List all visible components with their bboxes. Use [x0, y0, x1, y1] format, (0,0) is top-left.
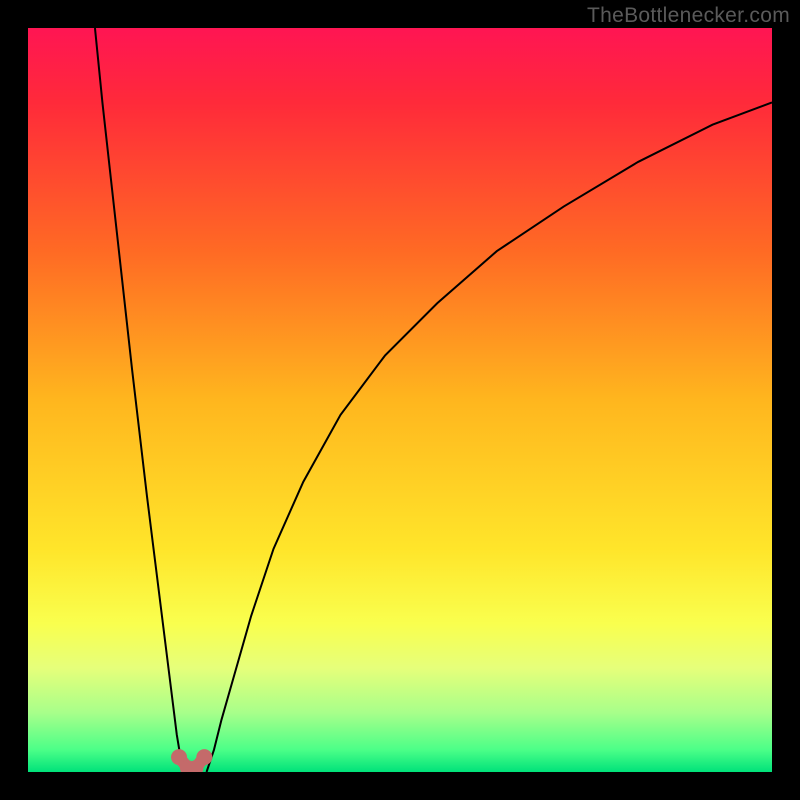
watermark-text: TheBottlenecker.com — [587, 4, 790, 28]
chart-plot-area — [28, 28, 772, 772]
chart-background-gradient — [28, 28, 772, 772]
valley-marker-dot — [196, 749, 212, 765]
chart-svg — [28, 28, 772, 772]
chart-frame: TheBottlenecker.com — [0, 0, 800, 800]
